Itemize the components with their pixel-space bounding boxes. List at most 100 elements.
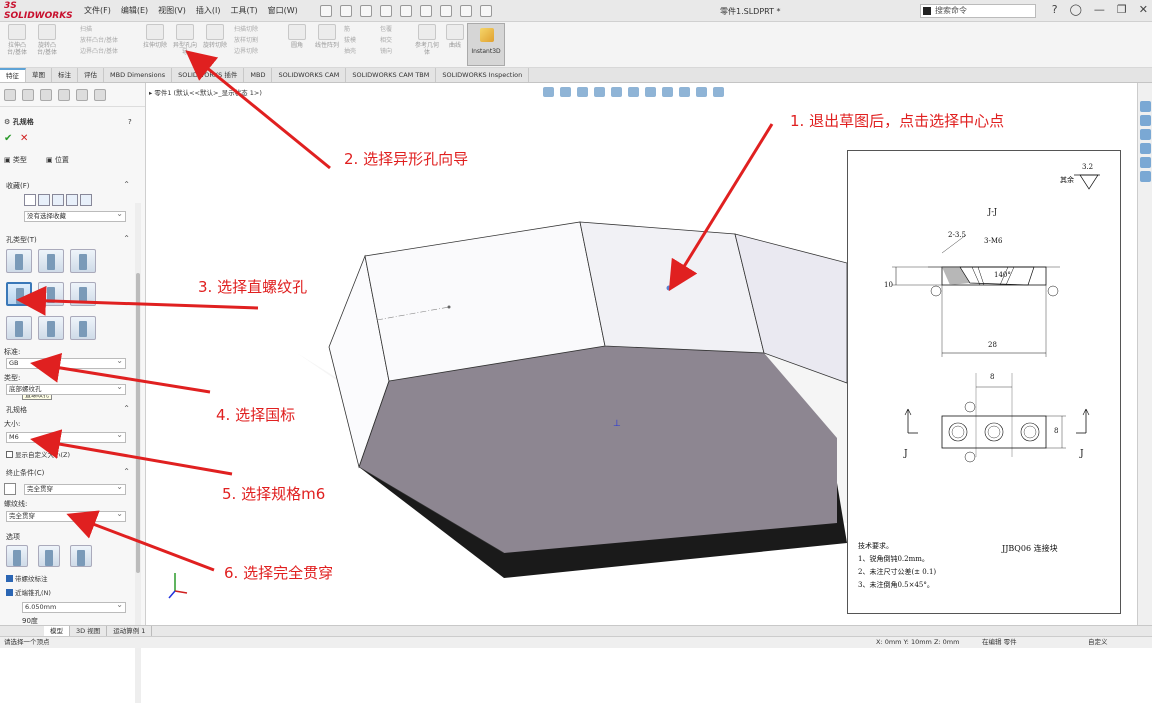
tab-solidworks-inspection[interactable]: SOLIDWORKS Inspection [436,68,530,82]
shell-button[interactable]: 抽壳 [344,46,356,57]
hole-wizard-button[interactable]: 异型孔向导 [172,24,198,56]
tab-evaluate[interactable]: 评估 [78,68,104,82]
tab-markup[interactable]: 标注 [52,68,78,82]
tab-mbd[interactable]: MBD [244,68,273,82]
size-dropdown[interactable]: M6 [6,430,126,443]
apply-defaults-icon[interactable] [24,194,36,206]
update-favorite-icon[interactable] [52,194,64,206]
cosmetic-thread-icon[interactable] [6,545,28,567]
sweep-cut-button[interactable]: 扫描切除 [234,24,258,35]
tab-solidworks-cam-tbm[interactable]: SOLIDWORKS CAM TBM [346,68,437,82]
counterbore-slot-button[interactable] [6,316,32,340]
legacy-hole-button[interactable] [70,282,96,306]
reference-geometry-button[interactable]: 参考几何体 [414,24,440,56]
design-library-icon[interactable] [1140,115,1151,126]
rebuild-icon[interactable] [459,4,472,17]
selected-center-point[interactable] [666,285,672,291]
thread-dropdown[interactable]: 完全贯穿 [6,509,126,522]
options-gear-icon[interactable] [479,4,492,17]
feature-tree-icon[interactable] [4,89,16,101]
straight-tap-button[interactable] [6,282,32,306]
options-section[interactable]: 选项 [0,532,134,544]
custom-size-checkbox[interactable]: 显示自定义大小(Z) [6,449,70,459]
view-palette-icon[interactable] [1140,143,1151,154]
curves-button[interactable]: 曲线 [442,24,468,49]
file-explorer-icon[interactable] [1140,129,1151,140]
linear-pattern-button[interactable]: 线性阵列 [314,24,340,49]
end-condition-dropdown[interactable]: 完全贯穿 [24,482,126,495]
cam-manager-icon[interactable] [94,89,106,101]
tapped-drill-icon[interactable] [70,545,92,567]
custom-properties-icon[interactable] [1140,171,1151,182]
help-button[interactable]: ? [128,118,132,126]
property-manager-icon[interactable] [22,89,34,101]
appearances-icon[interactable] [1140,157,1151,168]
wrap-button[interactable]: 包覆 [380,24,392,35]
tab-sketch[interactable]: 草图 [26,68,52,82]
tab-motion-study[interactable]: 运动算例 1 [107,626,153,636]
remove-thread-icon[interactable] [38,545,60,567]
dimxpert-icon[interactable] [58,89,70,101]
counterbore-button[interactable] [6,249,32,273]
revolve-boss-button[interactable]: 旋转凸台/基体 [34,24,60,56]
cosmetic-thread-checkbox[interactable]: 带螺纹标注 [6,573,48,583]
tab-solidworks-addins[interactable]: SOLIDWORKS 插件 [172,68,245,82]
boundary-cut-button[interactable]: 边界切除 [234,46,258,57]
loft-cut-button[interactable]: 放样切割 [234,35,258,46]
undo-icon[interactable] [419,4,432,17]
countersink-button[interactable] [38,249,64,273]
delete-favorite-icon[interactable] [66,194,78,206]
select-icon[interactable] [439,4,452,17]
favorites-section[interactable]: 收藏(F) ⌃ [0,180,134,193]
print-icon[interactable] [399,4,412,17]
minimize-button[interactable]: — [1094,3,1105,16]
menu-window[interactable]: 窗口(W) [268,5,298,16]
menu-view[interactable]: 视图(V) [158,5,186,16]
solidworks-resources-icon[interactable] [1140,101,1151,112]
extrude-boss-button[interactable]: 拉伸凸台/基体 [4,24,30,56]
favorites-dropdown[interactable]: 没有选择收藏 [24,209,126,222]
hole-type-section[interactable]: 孔类型(T) ⌃ [0,234,134,247]
menu-tools[interactable]: 工具(T) [230,5,257,16]
tapered-tap-button[interactable] [38,282,64,306]
revolve-cut-button[interactable]: 旋转切除 [202,24,228,56]
type-dropdown[interactable]: 底部螺纹孔 [6,382,126,395]
intersect-button[interactable]: 相交 [380,35,392,46]
help-icon[interactable]: ? [1052,3,1058,16]
restore-button[interactable]: ❐ [1117,3,1127,16]
subtab-position[interactable]: ▣ 位置 [46,155,69,165]
subtab-type[interactable]: ▣ 类型 [4,155,27,165]
reverse-direction-icon[interactable] [4,483,16,495]
new-file-icon[interactable] [339,4,352,17]
standard-dropdown[interactable]: GB [6,356,126,369]
tab-features[interactable]: 特征 [0,68,26,82]
menu-file[interactable]: 文件(F) [84,5,111,16]
slot-button[interactable] [70,316,96,340]
hole-button[interactable] [70,249,96,273]
status-units[interactable]: 自定义 [1088,637,1108,648]
draft-button[interactable]: 拔模 [344,35,356,46]
rib-button[interactable]: 筋 [344,24,356,35]
hole-spec-section[interactable]: 孔规格 ⌃ [0,404,134,417]
save-icon[interactable] [379,4,392,17]
cancel-button[interactable]: ✕ [20,133,28,144]
instant3d-button[interactable]: Instant3D [467,23,505,66]
ok-button[interactable]: ✔ [4,133,12,144]
boundary-button[interactable]: 边界凸台/基体 [80,46,118,57]
tab-mbd-dimensions[interactable]: MBD Dimensions [104,68,173,82]
menu-insert[interactable]: 插入(I) [196,5,221,16]
end-condition-section[interactable]: 终止条件(C) ⌃ [0,467,134,480]
close-button[interactable]: ✕ [1139,3,1148,16]
csk-diameter-input[interactable]: 6.050mm [22,600,126,613]
fillet-button[interactable]: 圆角 [284,24,310,49]
mirror-button[interactable]: 镜向 [380,46,392,57]
save-favorite-icon[interactable] [80,194,92,206]
configuration-manager-icon[interactable] [40,89,52,101]
user-icon[interactable]: ◯ [1070,3,1082,16]
display-manager-icon[interactable] [76,89,88,101]
extrude-cut-button[interactable]: 拉伸切除 [142,24,168,56]
countersink-slot-button[interactable] [38,316,64,340]
sweep-button[interactable]: 扫描 [80,24,118,35]
menu-edit[interactable]: 编辑(E) [121,5,148,16]
near-side-csk-checkbox[interactable]: 近端锥孔(N) [6,587,51,597]
